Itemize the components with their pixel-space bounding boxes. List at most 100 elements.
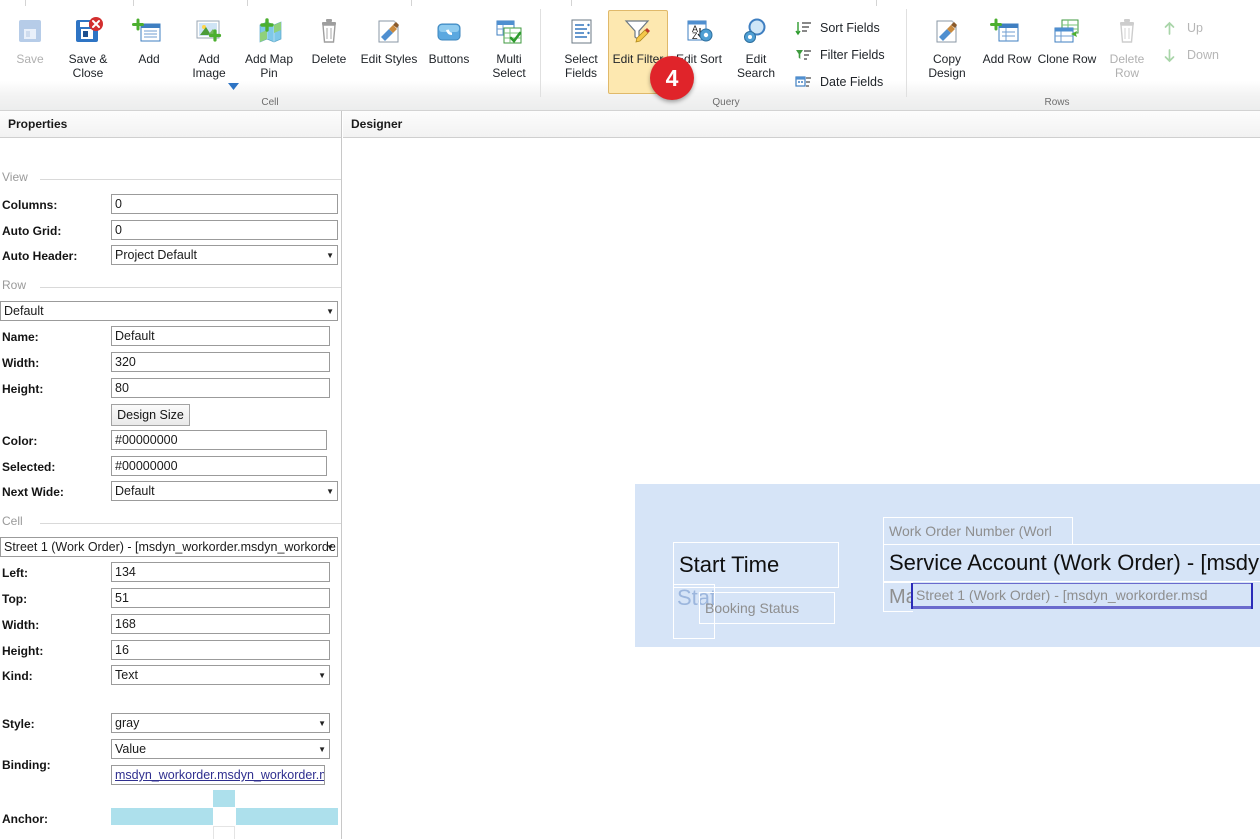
add-map-pin-button-label: Add Map Pin — [244, 52, 294, 80]
cell-value-kind-dropdown[interactable]: Value — [111, 739, 330, 759]
section-row-label: Row — [2, 278, 27, 292]
cell-kind-label: Kind: — [2, 669, 33, 683]
date-fields-icon — [795, 74, 812, 91]
date-fields-button[interactable]: Date Fields — [791, 69, 887, 95]
add-image-button[interactable]: Add Image — [179, 10, 239, 94]
cell-binding-input[interactable]: msdyn_workorder.msdyn_workorder.ms — [111, 765, 325, 785]
properties-panel-header: Properties — [0, 111, 341, 138]
edit-search-button[interactable]: Edit Search — [726, 10, 786, 94]
anchor-bottom-cell[interactable] — [213, 826, 235, 839]
edit-styles-button[interactable]: Edit Styles — [359, 10, 419, 94]
design-cell-ma[interactable]: Ma — [883, 582, 913, 612]
add-button[interactable]: Add — [119, 10, 179, 94]
anchor-left-cell[interactable] — [111, 808, 213, 825]
cell-width-label: Width: — [2, 618, 40, 632]
selection-handle-right[interactable] — [1251, 583, 1253, 609]
cell-top-label: Top: — [2, 592, 28, 606]
edit-search-icon — [739, 16, 773, 48]
move-down-label: Down — [1187, 48, 1219, 62]
move-down-button[interactable]: Down — [1157, 42, 1223, 68]
design-cell-text: Service Account (Work Order) - [msdyn — [889, 550, 1260, 575]
cell-height-input[interactable]: 16 — [111, 640, 330, 660]
design-cell-text: Ma — [889, 585, 913, 608]
cell-width-input[interactable]: 168 — [111, 614, 330, 634]
add-map-pin-button[interactable]: Add Map Pin — [239, 10, 299, 94]
design-cell-service-account[interactable]: Service Account (Work Order) - [msdyn — [883, 544, 1260, 582]
row-name-input[interactable]: Default — [111, 326, 330, 346]
row-selector-dropdown[interactable]: Default — [0, 301, 338, 321]
delete-row-button-label: Delete Row — [1109, 52, 1145, 80]
properties-panel-title: Properties — [8, 117, 68, 131]
anchor-center-cell[interactable] — [213, 808, 235, 825]
copy-design-button-label: Copy Design — [928, 52, 966, 80]
cell-selector-dropdown[interactable]: Street 1 (Work Order) - [msdyn_workorder… — [0, 537, 338, 557]
design-cell-text: Start Time — [679, 552, 780, 577]
selection-handle-left[interactable] — [911, 583, 913, 609]
row-height-label: Height: — [2, 382, 44, 396]
arrow-down-icon — [1161, 47, 1178, 64]
ribbon-group-rows-label: Rows — [1044, 97, 1070, 108]
anchor-right-cell[interactable] — [236, 808, 338, 825]
design-cell-booking-status[interactable]: Booking Status — [699, 592, 835, 624]
row-color-label: Color: — [2, 434, 38, 448]
add-row-button-label: Add Row — [982, 52, 1032, 66]
delete-row-button[interactable]: Delete Row — [1097, 10, 1157, 94]
ribbon-group-cell: Save Save & Close Add Add Image Add Map … — [0, 6, 541, 111]
designer-canvas-area[interactable]: Start Time Status Booking Status Work Or… — [343, 138, 1260, 839]
cell-top-input[interactable]: 51 — [111, 588, 330, 608]
cell-style-dropdown[interactable]: gray — [111, 713, 330, 733]
cell-height-label: Height: — [2, 644, 44, 658]
move-up-button[interactable]: Up — [1157, 15, 1207, 41]
row-width-input[interactable]: 320 — [111, 352, 330, 372]
section-divider — [40, 523, 341, 524]
designer-panel-title: Designer — [351, 117, 403, 131]
clone-row-button[interactable]: Clone Row — [1037, 10, 1097, 94]
clone-row-button-label: Clone Row — [1037, 52, 1097, 66]
select-fields-button[interactable]: Select Fields — [551, 10, 611, 94]
anchor-top-cell[interactable] — [213, 790, 235, 807]
copy-design-button[interactable]: Copy Design — [917, 10, 977, 94]
properties-panel-body: View Columns: 0 Auto Grid: 0 Auto Header… — [0, 138, 341, 839]
save-and-close-button[interactable]: Save & Close — [58, 10, 118, 94]
columns-label: Columns: — [2, 198, 58, 212]
design-cell-street1-selected[interactable]: Street 1 (Work Order) - [msdyn_workorder… — [912, 583, 1253, 609]
multi-select-button[interactable]: Multi Select — [479, 10, 539, 94]
add-icon — [132, 16, 166, 48]
next-wide-dropdown[interactable]: Default — [111, 481, 338, 501]
design-cell-work-order-number[interactable]: Work Order Number (Worl — [883, 517, 1073, 545]
row-selected-color-input[interactable]: #00000000 — [111, 456, 327, 476]
sort-fields-button[interactable]: Sort Fields — [791, 15, 884, 41]
next-wide-label: Next Wide: — [2, 485, 64, 499]
row-name-label: Name: — [2, 330, 39, 344]
save-button[interactable]: Save — [0, 10, 60, 94]
design-cell-start-time[interactable]: Start Time — [673, 542, 839, 588]
filter-fields-button[interactable]: Filter Fields — [791, 42, 889, 68]
row-color-input[interactable]: #00000000 — [111, 430, 327, 450]
section-view-label: View — [2, 170, 28, 184]
columns-input[interactable]: 0 — [111, 194, 338, 214]
edit-filter-icon — [621, 16, 655, 48]
add-button-label: Add — [138, 52, 160, 66]
delete-button[interactable]: Delete — [299, 10, 359, 94]
designer-panel-header: Designer — [343, 111, 1260, 138]
add-image-icon — [192, 16, 226, 48]
cell-left-input[interactable]: 134 — [111, 562, 330, 582]
buttons-button[interactable]: Buttons — [419, 10, 479, 94]
properties-panel: Properties View Columns: 0 Auto Grid: 0 … — [0, 111, 342, 839]
auto-grid-input[interactable]: 0 — [111, 220, 338, 240]
cell-kind-dropdown[interactable]: Text — [111, 665, 330, 685]
chevron-down-icon[interactable] — [228, 79, 239, 93]
row-width-label: Width: — [2, 356, 40, 370]
clone-row-icon — [1050, 16, 1084, 48]
edit-search-button-label: Edit Search — [736, 52, 776, 80]
anchor-widget[interactable] — [111, 790, 338, 839]
sort-fields-label: Sort Fields — [820, 21, 880, 35]
design-size-button[interactable]: Design Size — [111, 404, 190, 426]
sort-fields-icon — [795, 20, 812, 37]
design-row-canvas[interactable]: Start Time Status Booking Status Work Or… — [635, 484, 1260, 647]
add-row-button[interactable]: Add Row — [977, 10, 1037, 94]
save-button-label: Save — [16, 52, 44, 66]
row-height-input[interactable]: 80 — [111, 378, 330, 398]
cell-style-label: Style: — [2, 717, 35, 731]
auto-header-dropdown[interactable]: Project Default — [111, 245, 338, 265]
